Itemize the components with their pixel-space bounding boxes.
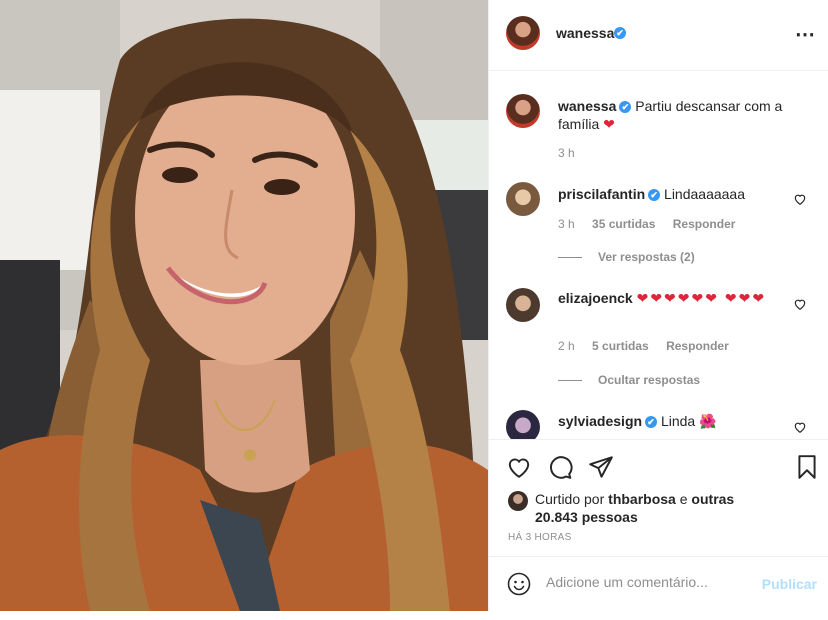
comment-time[interactable]: 2 h [558,339,575,353]
share-paper-plane-icon[interactable] [588,454,614,480]
reply-button[interactable]: Responder [666,339,729,353]
liker-avatar[interactable] [508,491,528,511]
comment-meta: 2 h 5 curtidas Responder [558,339,743,353]
caption-username[interactable]: wanessa [558,98,616,114]
comment-username[interactable]: elizajoenck [558,290,633,306]
author-username[interactable]: wanessa [556,25,614,41]
comment-body: sylviadesign ✔ Linda 🌺 [558,412,789,430]
more-options-icon[interactable]: ⋯ [795,22,816,47]
comment-meta: 3 h 35 curtidas Responder [558,217,749,231]
post-details-panel: wanessa ✔ ⋯ wanessa ✔ Partiu descansar co… [488,0,828,611]
verified-badge-icon: ✔ [614,27,626,39]
comment-username[interactable]: sylviadesign [558,413,642,429]
comment-text: Linda 🌺 [660,413,717,429]
liker-username[interactable]: thbarbosa [608,491,676,507]
comment-text: Lindaaaaaaa [664,186,746,202]
post-actions: Curtido por thbarbosa e outras 20.843 pe… [489,439,828,556]
caption-text-block: wanessa ✔ Partiu descansar com a família … [558,97,789,133]
comment-text: ❤❤❤❤❤❤ ❤❤❤ [636,290,767,306]
comment-input[interactable] [546,574,746,590]
comment-body: priscilafantin ✔ Lindaaaaaaa [558,185,789,203]
post-image [0,0,488,611]
view-replies-button[interactable]: Ver respostas (2) [558,250,695,264]
comment-time[interactable]: 3 h [558,217,575,231]
hide-replies-button[interactable]: Ocultar respostas [558,373,700,387]
emoji-smiley-icon[interactable] [507,572,531,596]
likes-text: Curtido por thbarbosa e outras 20.843 pe… [535,490,735,526]
comment-username[interactable]: priscilafantin [558,186,645,202]
likes-joiner: e [679,491,688,507]
comment-avatar[interactable] [506,410,540,439]
comment-bubble-icon[interactable] [547,454,573,480]
comment-body: elizajoenck ❤❤❤❤❤❤ ❤❤❤ [558,289,789,307]
verified-badge-icon: ✔ [645,416,658,429]
post-time-ago[interactable]: HÁ 3 HORAS [508,532,572,543]
caption-avatar[interactable] [506,94,540,128]
like-comment-heart-icon[interactable] [793,420,807,434]
comment-likes[interactable]: 35 curtidas [592,217,655,231]
likes-prefix: Curtido por [535,491,605,507]
heart-emoji: ❤ [603,116,617,132]
caption-time[interactable]: 3 h [558,146,575,160]
verified-badge-icon: ✔ [648,189,661,202]
like-comment-heart-icon[interactable] [793,192,807,206]
publish-button[interactable]: Publicar [762,576,817,592]
author-avatar[interactable] [506,16,540,50]
caption-meta: 3 h [558,146,589,160]
save-bookmark-icon[interactable] [794,454,820,480]
verified-badge-icon: ✔ [619,101,632,114]
likes-summary: Curtido por thbarbosa e outras 20.843 pe… [508,490,735,526]
reply-button[interactable]: Responder [673,217,736,231]
like-comment-heart-icon[interactable] [793,297,807,311]
like-heart-icon[interactable] [506,454,532,480]
comments-list[interactable]: wanessa ✔ Partiu descansar com a família … [489,72,828,439]
post-header: wanessa ✔ ⋯ [489,0,828,71]
comment-likes[interactable]: 5 curtidas [592,339,649,353]
add-comment-bar: Publicar [489,556,828,611]
post-photo[interactable] [0,0,488,611]
comment-avatar[interactable] [506,288,540,322]
comment-avatar[interactable] [506,182,540,216]
